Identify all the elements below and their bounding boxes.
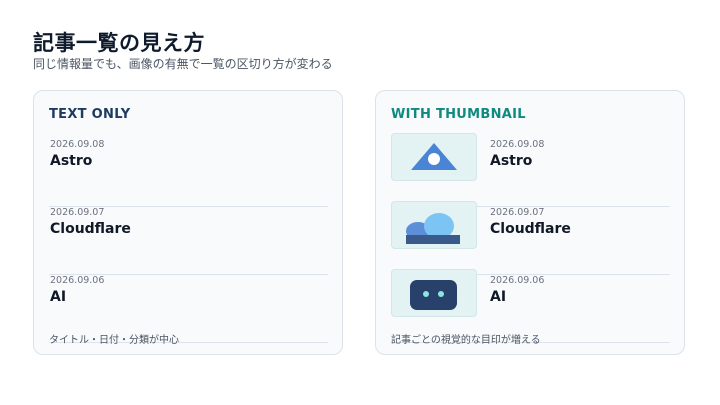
- with-thumbnail-footer: 記事ごとの視覚的な目印が増える: [391, 335, 541, 346]
- slide: 記事一覧の見え方 同じ情報量でも、画像の有無で一覧の区切り方が変わる TEXT …: [0, 0, 720, 405]
- page-subtitle: 同じ情報量でも、画像の有無で一覧の区切り方が変わる: [33, 57, 333, 71]
- item-title: Astro: [490, 153, 533, 169]
- thumbnail: [391, 133, 477, 181]
- item-title: AI: [490, 289, 507, 305]
- item-date: 2026.09.07: [50, 207, 105, 218]
- mountain-icon: [411, 143, 457, 170]
- item-title: AI: [50, 289, 67, 305]
- text-only-footer: タイトル・日付・分類が中心: [49, 335, 179, 346]
- with-thumbnail-card: WITH THUMBNAIL 2026.09.08 Astro 2026.09.…: [375, 90, 685, 355]
- item-date: 2026.09.08: [50, 139, 105, 150]
- item-date: 2026.09.06: [490, 275, 545, 286]
- text-only-heading: TEXT ONLY: [49, 107, 131, 122]
- item-title: Cloudflare: [490, 221, 571, 237]
- robot-face-icon: [410, 280, 457, 310]
- text-only-card: TEXT ONLY 2026.09.08 Astro 2026.09.07 Cl…: [33, 90, 343, 355]
- item-title: Astro: [50, 153, 93, 169]
- list-item-cloudflare[interactable]: 2026.09.07 Cloudflare: [391, 201, 670, 275]
- thumbnail: [391, 201, 477, 249]
- item-date: 2026.09.06: [50, 275, 105, 286]
- page-title: 記事一覧の見え方: [33, 31, 205, 55]
- with-thumbnail-heading: WITH THUMBNAIL: [391, 107, 526, 122]
- item-date: 2026.09.08: [490, 139, 545, 150]
- list-item-astro[interactable]: 2026.09.08 Astro: [49, 139, 328, 207]
- item-date: 2026.09.07: [490, 207, 545, 218]
- thumbnail: [391, 269, 477, 317]
- item-title: Cloudflare: [50, 221, 131, 237]
- list-item-astro[interactable]: 2026.09.08 Astro: [391, 133, 670, 207]
- cloud-icon: [406, 213, 460, 244]
- list-item-cloudflare[interactable]: 2026.09.07 Cloudflare: [49, 207, 328, 275]
